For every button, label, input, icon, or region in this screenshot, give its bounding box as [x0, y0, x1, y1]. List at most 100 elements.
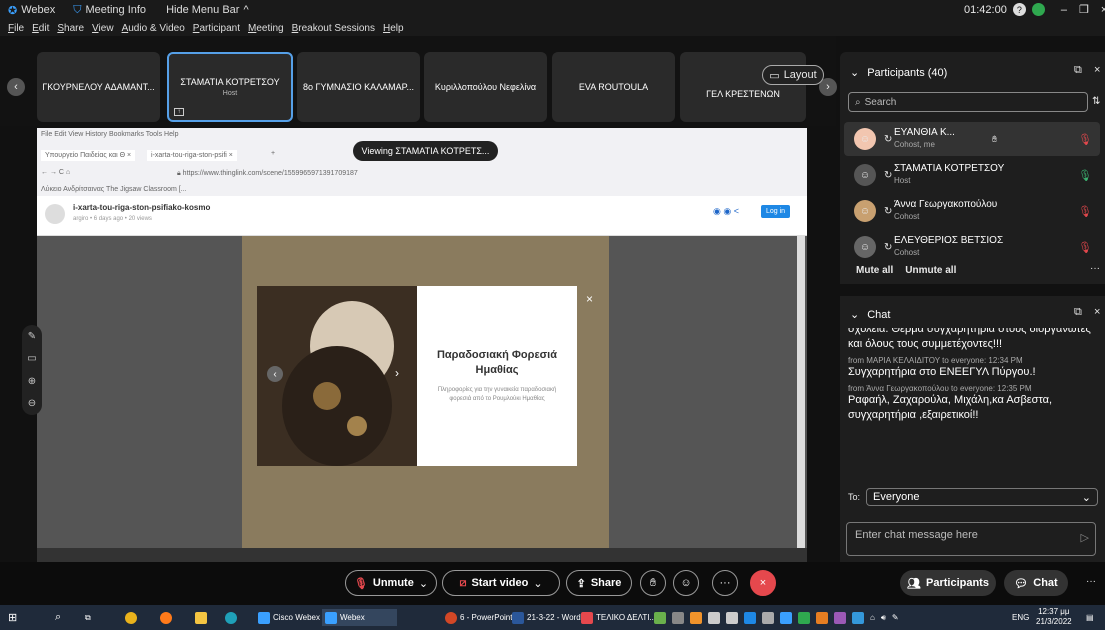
edge-button[interactable]: [225, 609, 237, 626]
menu-view[interactable]: View: [92, 23, 114, 34]
avatar: ☺: [854, 236, 876, 258]
tray-icon[interactable]: [852, 611, 864, 624]
close-panel-icon[interactable]: ×: [1094, 64, 1100, 76]
participants-label: Participants: [926, 577, 989, 589]
tray-icon[interactable]: [816, 611, 828, 624]
start-button[interactable]: ⊞: [8, 609, 17, 626]
leave-meeting-button[interactable]: ×: [750, 570, 776, 596]
tray-icon[interactable]: [780, 611, 792, 624]
video-tile[interactable]: ΓΕΛ ΚΡΕΣΤΕΝΩΝ: [680, 52, 806, 122]
tray-icon[interactable]: [762, 611, 774, 624]
chat-button[interactable]: 💬︎ Chat: [1004, 570, 1068, 596]
video-tile-host[interactable]: ΣΤΑΜΑΤΙΑ ΚΟΤΡΕΤΣΟΥ Host ↑: [167, 52, 293, 122]
mute-all-button[interactable]: Mute all: [856, 265, 893, 276]
participant-row[interactable]: ☺ ↻ ΕΥΑΝΘΙΑ Κ... Cohost, me ✋︎ 🎙︎: [844, 122, 1100, 156]
taskbar-app[interactable]: 6 - PowerPoint: [445, 609, 512, 626]
menu-file[interactable]: File: [8, 23, 24, 34]
tile-name: ΣΤΑΜΑΤΙΑ ΚΟΤΡΕΤΣΟΥ: [180, 77, 280, 87]
tray-icon[interactable]: [798, 611, 810, 624]
video-tile[interactable]: ΓΚΟΥΡΝΕΛΟΥ ΑΔΑΜΑΝΤ...: [37, 52, 160, 122]
tray-icon[interactable]: [690, 611, 702, 624]
fit-icon[interactable]: ▭: [27, 353, 36, 364]
video-tile[interactable]: Κυριλλοπούλου Νεφελίνα: [424, 52, 547, 122]
participants-header[interactable]: ⌄ Participants (40): [850, 66, 947, 80]
taskbar-app[interactable]: 21-3-22 - Word: [512, 609, 581, 626]
menu-help[interactable]: Help: [383, 23, 404, 34]
recipient-select[interactable]: Everyone ⌄: [866, 488, 1098, 506]
more-options-button[interactable]: ···: [712, 570, 738, 596]
participants-button[interactable]: 👥︎ Participants: [900, 570, 996, 596]
share-button[interactable]: ⇪ Share: [566, 570, 632, 596]
popout-icon[interactable]: ⧉: [1074, 306, 1082, 319]
task-view-button[interactable]: ⧉: [85, 609, 91, 626]
shared-screen[interactable]: File Edit View History Bookmarks Tools H…: [37, 128, 807, 548]
close-icon[interactable]: ×: [1101, 4, 1105, 16]
zoom-out-icon[interactable]: ⊖: [28, 398, 36, 409]
pen-icon[interactable]: ✎: [892, 613, 899, 622]
chat-message: σχολεία. Θερμά συγχαρητήρια στους διοργα…: [848, 328, 1091, 350]
notifications-button[interactable]: ▤: [1086, 609, 1094, 626]
mic-icon[interactable]: 🎙︎: [1078, 169, 1092, 182]
reactions-button[interactable]: ☺: [673, 570, 699, 596]
filmstrip-prev-button[interactable]: ‹: [7, 78, 25, 96]
close-chat-icon[interactable]: ×: [1094, 306, 1100, 318]
volume-icon[interactable]: 🔊︎: [881, 613, 886, 623]
menu-edit[interactable]: Edit: [32, 23, 49, 34]
annotate-icon[interactable]: ✎: [28, 331, 36, 342]
tray-icon[interactable]: [726, 611, 738, 624]
menu-audio-video[interactable]: Audio & Video: [122, 23, 185, 34]
tray-icon[interactable]: [834, 611, 846, 624]
video-tile[interactable]: 8ο ΓΥΜΝΑΣΙΟ ΚΑΛΑΜΑΡ...: [297, 52, 420, 122]
taskbar-app-active[interactable]: Webex: [322, 609, 397, 626]
unmute-all-button[interactable]: Unmute all: [905, 265, 956, 276]
tray-icon[interactable]: [744, 611, 756, 624]
menu-participant[interactable]: Participant: [193, 23, 240, 34]
more-icon[interactable]: ···: [1086, 576, 1096, 587]
tray-icon[interactable]: [654, 611, 666, 624]
video-tile[interactable]: EVA ROUTOULA: [552, 52, 675, 122]
network-icon[interactable]: [1031, 3, 1045, 16]
menu-share[interactable]: Share: [57, 23, 84, 34]
muted-mic-icon[interactable]: 🎙︎: [1078, 241, 1092, 254]
zoom-in-icon[interactable]: ⊕: [28, 376, 36, 387]
taskbar-app[interactable]: ΤΕΛΙΚΟ ΔΕΛΤΙ...: [581, 609, 656, 626]
webex-app[interactable]: ✪ Webex: [8, 4, 55, 17]
participant-row[interactable]: ☺ ↻ ΣΤΑΜΑΤΙΑ ΚΟΤΡΕΤΣΟΥ Host 🎙︎: [844, 158, 1100, 192]
unmute-button[interactable]: 🎙︎ Unmute ⌄: [345, 570, 437, 596]
minimize-icon[interactable]: –: [1061, 4, 1067, 16]
chat-input[interactable]: Enter chat message here ▷: [846, 522, 1096, 556]
popout-icon[interactable]: ⧉: [1074, 64, 1082, 77]
more-icon[interactable]: ···: [1090, 263, 1100, 274]
chat-meta: from ΜΑΡΙΑ ΚΕΛΑΙΔΙΤΟΥ to everyone: 12:34…: [848, 356, 1023, 365]
network-icon[interactable]: ⌂: [870, 613, 875, 622]
menu-meeting[interactable]: Meeting: [248, 23, 284, 34]
tray-icon[interactable]: [708, 611, 720, 624]
language-indicator[interactable]: ENG: [1012, 609, 1029, 626]
tray-icon[interactable]: [672, 611, 684, 624]
chat-header[interactable]: ⌄ Chat: [850, 308, 890, 322]
search-button[interactable]: ⌕: [55, 609, 61, 626]
send-icon[interactable]: ▷: [1081, 531, 1089, 544]
folder-icon: [195, 611, 207, 624]
taskbar-app-label: 6 - PowerPoint: [460, 613, 513, 622]
sort-icon[interactable]: ⇅: [1092, 96, 1100, 107]
firefox-button[interactable]: [160, 609, 172, 626]
help-icon[interactable]: ?: [1012, 3, 1026, 16]
start-video-button[interactable]: ⧄ Start video ⌄: [442, 570, 560, 596]
meeting-info-button[interactable]: ⛉ Meeting Info: [73, 4, 146, 17]
taskbar-app[interactable]: Cisco Webex ...: [258, 609, 329, 626]
participant-row[interactable]: ☺ ↻ Άννα Γεωργακοπούλου Cohost 🎙︎: [844, 194, 1100, 228]
restore-icon[interactable]: ❐: [1079, 3, 1089, 16]
file-explorer-button[interactable]: [195, 609, 207, 626]
participant-role: Host: [894, 176, 911, 185]
muted-mic-icon[interactable]: 🎙︎: [1078, 205, 1092, 218]
clock[interactable]: 12:37 μμ 21/3/2022: [1036, 607, 1072, 626]
raise-hand-button[interactable]: ✋︎: [640, 570, 666, 596]
menu-breakout-sessions[interactable]: Breakout Sessions: [292, 23, 375, 34]
layout-button[interactable]: ▭ Layout: [762, 65, 824, 85]
hide-menu-bar-button[interactable]: Hide Menu Bar ^: [166, 4, 249, 16]
participant-row[interactable]: ☺ ↻ ΕΛΕΥΘΕΡΙΟΣ ΒΕΤΣΙΟΣ Cohost 🎙︎: [844, 230, 1100, 264]
muted-mic-icon[interactable]: 🎙︎: [1078, 133, 1092, 146]
chrome-button[interactable]: [125, 609, 137, 626]
participants-search-input[interactable]: ⌕ Search: [848, 92, 1088, 112]
